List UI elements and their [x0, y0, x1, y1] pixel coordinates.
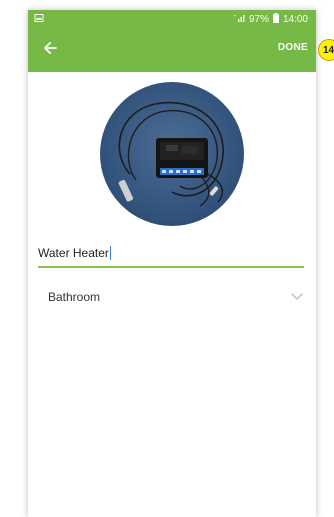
step-number-badge: 14 — [318, 39, 334, 61]
notification-icon — [34, 13, 44, 23]
signal-icon — [233, 13, 245, 26]
text-caret — [109, 246, 111, 260]
device-name-value: Water Heater — [38, 246, 109, 260]
battery-icon — [272, 13, 279, 26]
back-arrow-icon — [42, 40, 58, 61]
room-value: Bathroom — [48, 290, 101, 304]
app-bar: DONE — [28, 28, 316, 72]
done-button[interactable]: DONE — [278, 42, 308, 53]
battery-percent: 97% — [248, 14, 269, 25]
clock: 14:00 — [282, 14, 308, 25]
device-name-input[interactable]: Water Heater — [38, 242, 304, 268]
status-right: 97% 14:00 — [233, 13, 308, 26]
status-bar: 97% 14:00 — [28, 10, 316, 28]
device-image[interactable] — [100, 82, 244, 226]
temperature-sensor-image — [118, 101, 224, 207]
phone-frame: 97% 14:00 DONE Water Heater Bathroom — [28, 10, 316, 517]
chevron-down-icon — [290, 290, 304, 302]
step-number: 14 — [323, 44, 334, 56]
screen: 97% 14:00 DONE Water Heater Bathroom 14 — [0, 0, 334, 517]
room-dropdown[interactable]: Bathroom — [48, 286, 304, 308]
back-button[interactable] — [36, 36, 64, 64]
